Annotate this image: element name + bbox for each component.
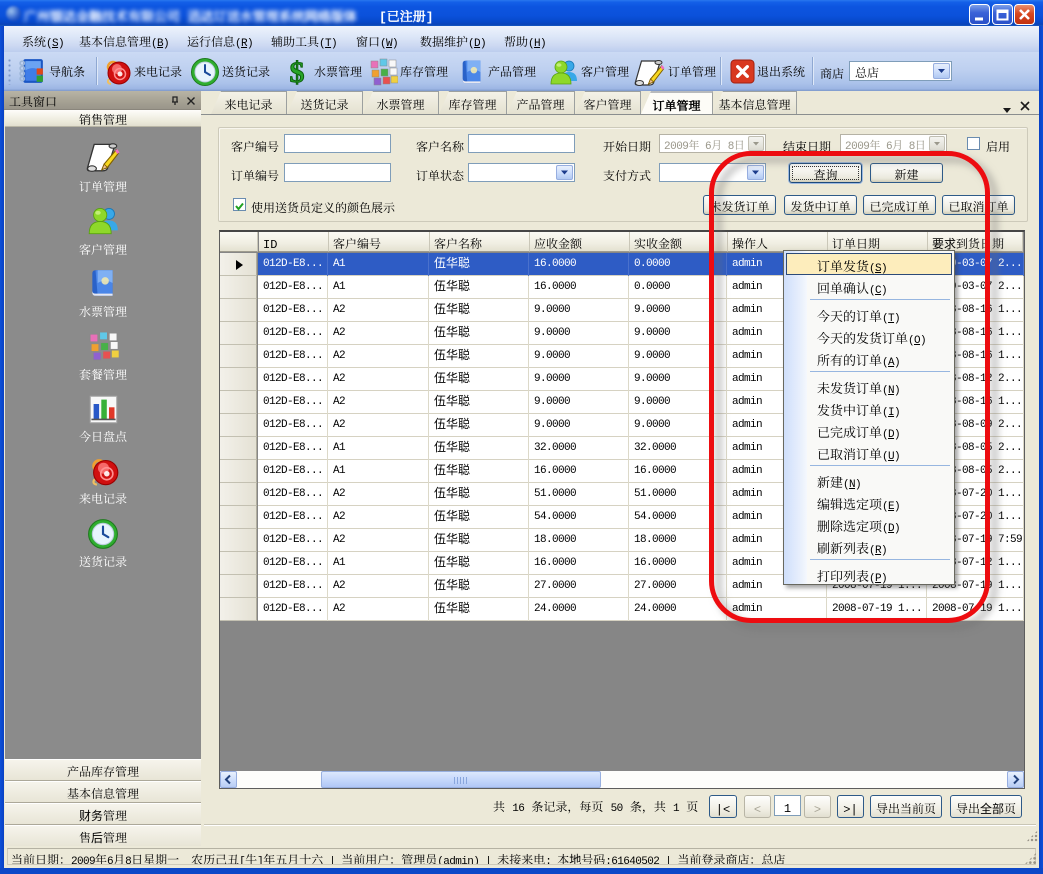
svg-text:$: $	[290, 57, 305, 87]
